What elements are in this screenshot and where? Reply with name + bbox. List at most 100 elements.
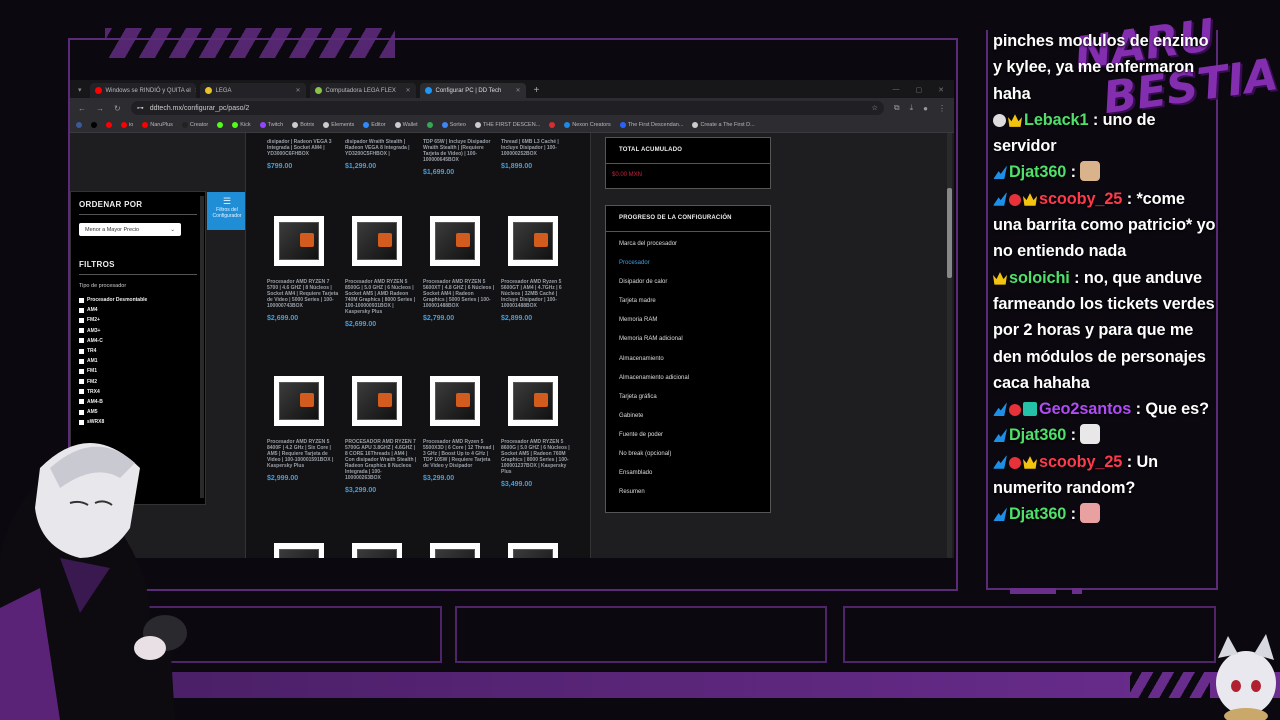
product-card[interactable]: PROCESADOR AMD RYZEN 7 5700G APU 3.8GHZ … xyxy=(345,376,417,494)
checkbox[interactable] xyxy=(79,368,84,374)
filter-option[interactable]: AM1 xyxy=(79,356,197,366)
filter-option[interactable]: FM2 xyxy=(79,377,197,387)
chat-username[interactable]: Djat360 xyxy=(1009,505,1066,523)
product-name[interactable]: Procesador AMD Ryzen 5 5500X3D | 6 Core … xyxy=(423,439,495,469)
forward-icon[interactable]: → xyxy=(96,104,104,113)
product-card-partial[interactable] xyxy=(345,543,417,558)
checkbox[interactable] xyxy=(79,358,84,364)
bookmark-item[interactable]: Create a The First D... xyxy=(692,122,755,128)
product-card[interactable]: Thread | 6MB L3 Caché | Incluye Disipado… xyxy=(501,139,573,170)
tab-search-icon[interactable]: ▾ xyxy=(74,83,86,98)
chat-username[interactable]: scooby_25 xyxy=(1039,453,1122,471)
maximize-icon[interactable]: ▢ xyxy=(916,86,923,94)
chat-username[interactable]: soloichi xyxy=(1009,269,1070,287)
product-image[interactable] xyxy=(274,216,324,266)
url-field[interactable]: ⊶ ddtech.mx/configurar_pc/paso/2 ☆ xyxy=(130,101,884,115)
bookmark-item[interactable] xyxy=(549,122,556,128)
site-info-icon[interactable]: ⊶ xyxy=(137,104,144,112)
bookmark-item[interactable]: Twitch xyxy=(259,122,283,128)
product-name[interactable]: disipador Wraith Stealth | Radeon VEGA 8… xyxy=(345,139,417,157)
product-card[interactable]: Procesador AMD Ryzen 5 5500X3D | 6 Core … xyxy=(423,376,495,482)
bookmark-item[interactable]: Editor xyxy=(363,122,386,128)
extensions-icon[interactable]: ⧉ xyxy=(894,103,900,113)
profile-icon[interactable]: ● xyxy=(923,104,928,113)
progress-step[interactable]: Ensamblado xyxy=(619,470,757,489)
filter-option[interactable]: FM1 xyxy=(79,366,197,376)
product-card-partial[interactable] xyxy=(423,543,495,558)
close-tab-icon[interactable]: ✕ xyxy=(405,87,410,94)
filter-option[interactable]: AM3+ xyxy=(79,326,197,336)
filter-option[interactable]: AM4 xyxy=(79,305,197,315)
configurator-filters-button[interactable]: ☰ Filtros del Configurador xyxy=(207,192,247,230)
product-card[interactable]: Procesador AMD RYZEN 5 8500G | 5.0 GHZ |… xyxy=(345,216,417,328)
checkbox[interactable] xyxy=(79,297,84,303)
filter-option[interactable]: TRX4 xyxy=(79,387,197,397)
page-scrollbar[interactable] xyxy=(947,133,952,558)
product-image[interactable] xyxy=(274,543,324,558)
product-image[interactable] xyxy=(352,376,402,426)
progress-step[interactable]: Almacenamiento adicional xyxy=(619,375,757,394)
checkbox[interactable] xyxy=(79,328,84,334)
product-card-partial[interactable] xyxy=(267,543,339,558)
bookmark-item[interactable]: Elements xyxy=(323,122,354,128)
downloads-icon[interactable]: ⤓ xyxy=(910,103,914,113)
product-name[interactable]: PROCESADOR AMD RYZEN 7 5700G APU 3.8GHZ … xyxy=(345,439,417,481)
product-image[interactable] xyxy=(352,543,402,558)
close-tab-icon[interactable]: ✕ xyxy=(195,87,196,94)
close-window-icon[interactable]: ✕ xyxy=(938,86,944,94)
progress-step[interactable]: Tarjeta madre xyxy=(619,298,757,317)
progress-step[interactable]: No break (opcional) xyxy=(619,451,757,470)
progress-step[interactable]: Tarjeta gráfica xyxy=(619,394,757,413)
product-card[interactable]: Procesador AMD RYZEN 7 5700 | 4.6 GHZ | … xyxy=(267,216,339,322)
bookmark-item[interactable]: The First Descendan... xyxy=(619,122,683,128)
browser-tab[interactable]: Windows se RINDIÓ y QUITA el ✕ xyxy=(89,83,196,98)
page-scrollbar-thumb[interactable] xyxy=(947,188,952,278)
product-name[interactable]: Procesador AMD RYZEN 5 8500G | 5.0 GHZ |… xyxy=(345,279,417,315)
progress-step[interactable]: Memoria RAM xyxy=(619,317,757,336)
menu-icon[interactable]: ⋮ xyxy=(938,104,946,113)
checkbox[interactable] xyxy=(79,379,84,385)
product-name[interactable]: Procesador AMD RYZEN 5 5600XT | 4.8 GHZ … xyxy=(423,279,495,309)
filter-option[interactable]: AM4-C xyxy=(79,336,197,346)
product-image[interactable] xyxy=(430,376,480,426)
progress-step[interactable]: Resumen xyxy=(619,489,757,508)
product-card-partial[interactable] xyxy=(501,543,573,558)
close-tab-icon[interactable]: ✕ xyxy=(515,87,520,94)
checkbox[interactable] xyxy=(79,348,84,354)
reload-icon[interactable]: ↻ xyxy=(114,104,121,113)
bookmark-item[interactable]: Sorteo xyxy=(441,122,466,128)
bookmark-item[interactable] xyxy=(106,122,112,128)
filter-option[interactable]: FM2+ xyxy=(79,315,197,325)
progress-step[interactable]: Procesador xyxy=(619,260,757,279)
chat-username[interactable]: Djat360 xyxy=(1009,163,1066,181)
product-name[interactable]: Procesador AMD RYZEN 5 8600G | 5.0 GHZ |… xyxy=(501,439,573,475)
browser-tab[interactable]: LEGA ✕ xyxy=(199,83,306,98)
new-tab-icon[interactable]: + xyxy=(534,83,540,98)
product-image[interactable] xyxy=(352,216,402,266)
filter-option[interactable]: TR4 xyxy=(79,346,197,356)
product-image[interactable] xyxy=(508,216,558,266)
progress-step[interactable]: Marca del procesador xyxy=(619,241,757,260)
bookmark-item[interactable] xyxy=(91,122,97,128)
bookmark-item[interactable]: Botrix xyxy=(292,122,314,128)
progress-step[interactable]: Fuente de poder xyxy=(619,432,757,451)
product-name[interactable]: Thread | 6MB L3 Caché | Incluye Disipado… xyxy=(501,139,573,157)
bookmark-item[interactable]: io xyxy=(121,122,133,128)
bookmark-item[interactable] xyxy=(217,122,224,128)
product-name[interactable]: Procesador AMD RYZEN 7 5700 | 4.6 GHZ | … xyxy=(267,279,339,309)
checkbox[interactable] xyxy=(79,389,84,395)
progress-step[interactable]: Memoria RAM adicional xyxy=(619,336,757,355)
bookmark-item[interactable]: THE FIRST DESCEN... xyxy=(474,122,540,128)
bookmark-item[interactable]: NaruPlus xyxy=(142,122,173,128)
product-name[interactable]: TDP 65W | Incluye Disipador Wraith Steal… xyxy=(423,139,495,163)
browser-tab[interactable]: Computadora LEGA FLEX ✕ xyxy=(309,83,416,98)
minimize-icon[interactable]: — xyxy=(893,86,900,94)
order-select[interactable]: Menor a Mayor Precio ⌄ xyxy=(79,223,181,236)
checkbox[interactable] xyxy=(79,317,84,323)
product-name[interactable]: Procesador AMD RYZEN 5 8400F | 4.2 GHz |… xyxy=(267,439,339,469)
chat-username[interactable]: Geo2santos xyxy=(1039,400,1131,418)
product-card[interactable]: Procesador AMD Ryzen 5 5600GT | AM4 | 4.… xyxy=(501,216,573,322)
chat-username[interactable]: Leback1 xyxy=(1024,111,1089,129)
product-card[interactable]: Procesador AMD RYZEN 5 8600G | 5.0 GHZ |… xyxy=(501,376,573,488)
product-image[interactable] xyxy=(430,216,480,266)
